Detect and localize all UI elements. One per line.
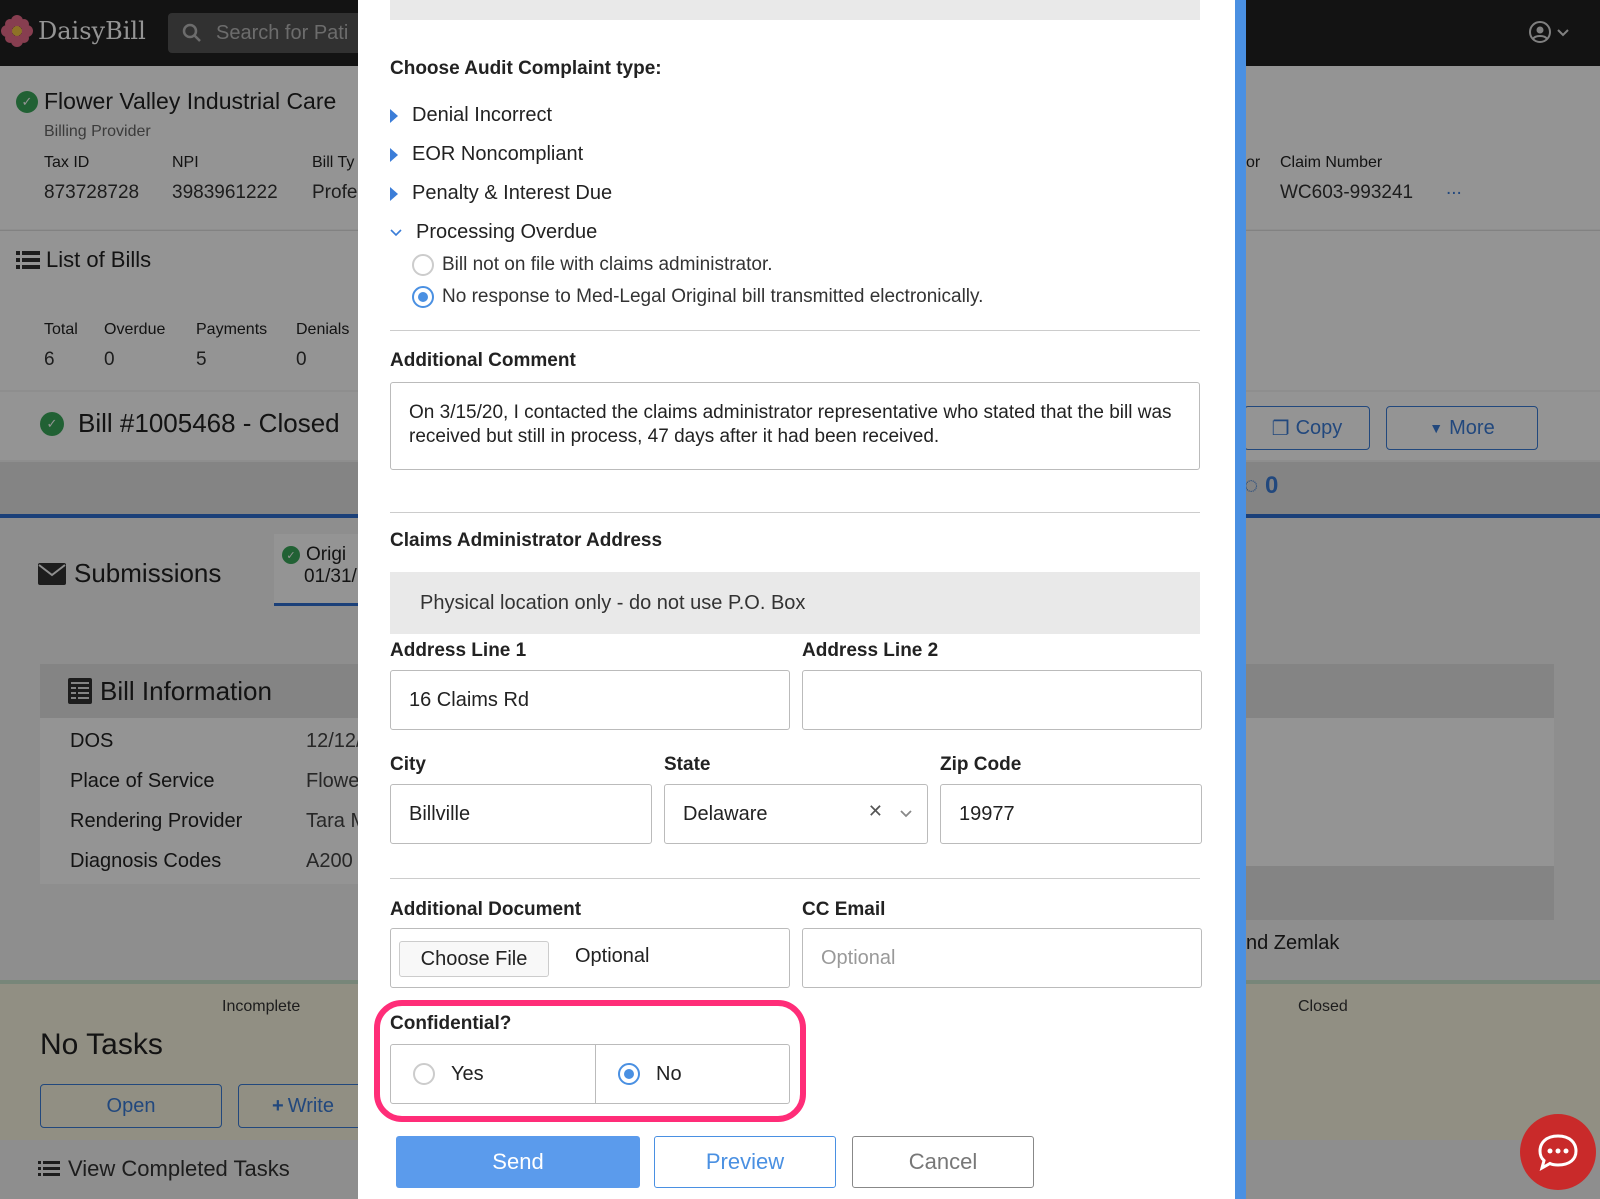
- city-input[interactable]: Billville: [390, 784, 652, 844]
- file-optional-text: Optional: [575, 945, 650, 967]
- state-select[interactable]: Delaware ✕: [664, 784, 928, 844]
- overdue-option-no-response[interactable]: No response to Med-Legal Original bill t…: [412, 286, 983, 308]
- chevron-down-icon: [900, 810, 912, 818]
- caret-right-icon: [390, 108, 398, 123]
- chat-widget-button[interactable]: [1520, 1114, 1596, 1190]
- choose-file-button[interactable]: Choose File: [399, 941, 549, 977]
- address-note: Physical location only - do not use P.O.…: [390, 572, 1200, 634]
- additional-comment-label: Additional Comment: [390, 350, 576, 371]
- additional-document-label: Additional Document: [390, 899, 582, 920]
- address-line-2-input[interactable]: [802, 670, 1202, 730]
- modal-top-strip: [390, 0, 1200, 20]
- claims-admin-address-title: Claims Administrator Address: [390, 530, 663, 551]
- divider: [390, 878, 1200, 879]
- city-label: City: [390, 754, 426, 775]
- chat-bubble-icon: [1538, 1134, 1578, 1172]
- state-label: State: [664, 754, 711, 775]
- complaint-type-eor-noncompliant[interactable]: EOR Noncompliant: [390, 143, 583, 166]
- address-line-2-label: Address Line 2: [802, 640, 939, 661]
- zip-code-label: Zip Code: [940, 754, 1022, 775]
- divider: [390, 512, 1200, 513]
- state-value: Delaware: [683, 802, 768, 825]
- address-line-1-input[interactable]: 16 Claims Rd: [390, 670, 790, 730]
- additional-document-input[interactable]: Choose File Optional: [390, 928, 790, 988]
- clear-icon[interactable]: ✕: [868, 801, 883, 822]
- send-button[interactable]: Send: [396, 1136, 640, 1188]
- complaint-type-processing-overdue[interactable]: Processing Overdue: [390, 221, 597, 244]
- cc-email-input[interactable]: Optional: [802, 928, 1202, 988]
- additional-comment-textarea[interactable]: On 3/15/20, I contacted the claims admin…: [390, 382, 1200, 470]
- overdue-option-not-on-file[interactable]: Bill not on file with claims administrat…: [412, 254, 773, 276]
- radio-checked-icon: [412, 286, 434, 308]
- address-line-1-label: Address Line 1: [390, 640, 527, 661]
- radio-unchecked-icon: [412, 254, 434, 276]
- divider: [390, 330, 1200, 331]
- cc-email-label: CC Email: [802, 899, 886, 920]
- preview-button[interactable]: Preview: [654, 1136, 836, 1188]
- caret-right-icon: [390, 147, 398, 162]
- complaint-type-denial-incorrect[interactable]: Denial Incorrect: [390, 104, 552, 127]
- chevron-down-icon: [390, 228, 402, 236]
- zip-code-input[interactable]: 19977: [940, 784, 1202, 844]
- confidential-highlight-annotation: [374, 1000, 806, 1122]
- complaint-type-title: Choose Audit Complaint type:: [390, 58, 662, 79]
- caret-right-icon: [390, 186, 398, 201]
- complaint-type-penalty-interest[interactable]: Penalty & Interest Due: [390, 182, 612, 205]
- cancel-button[interactable]: Cancel: [852, 1136, 1034, 1188]
